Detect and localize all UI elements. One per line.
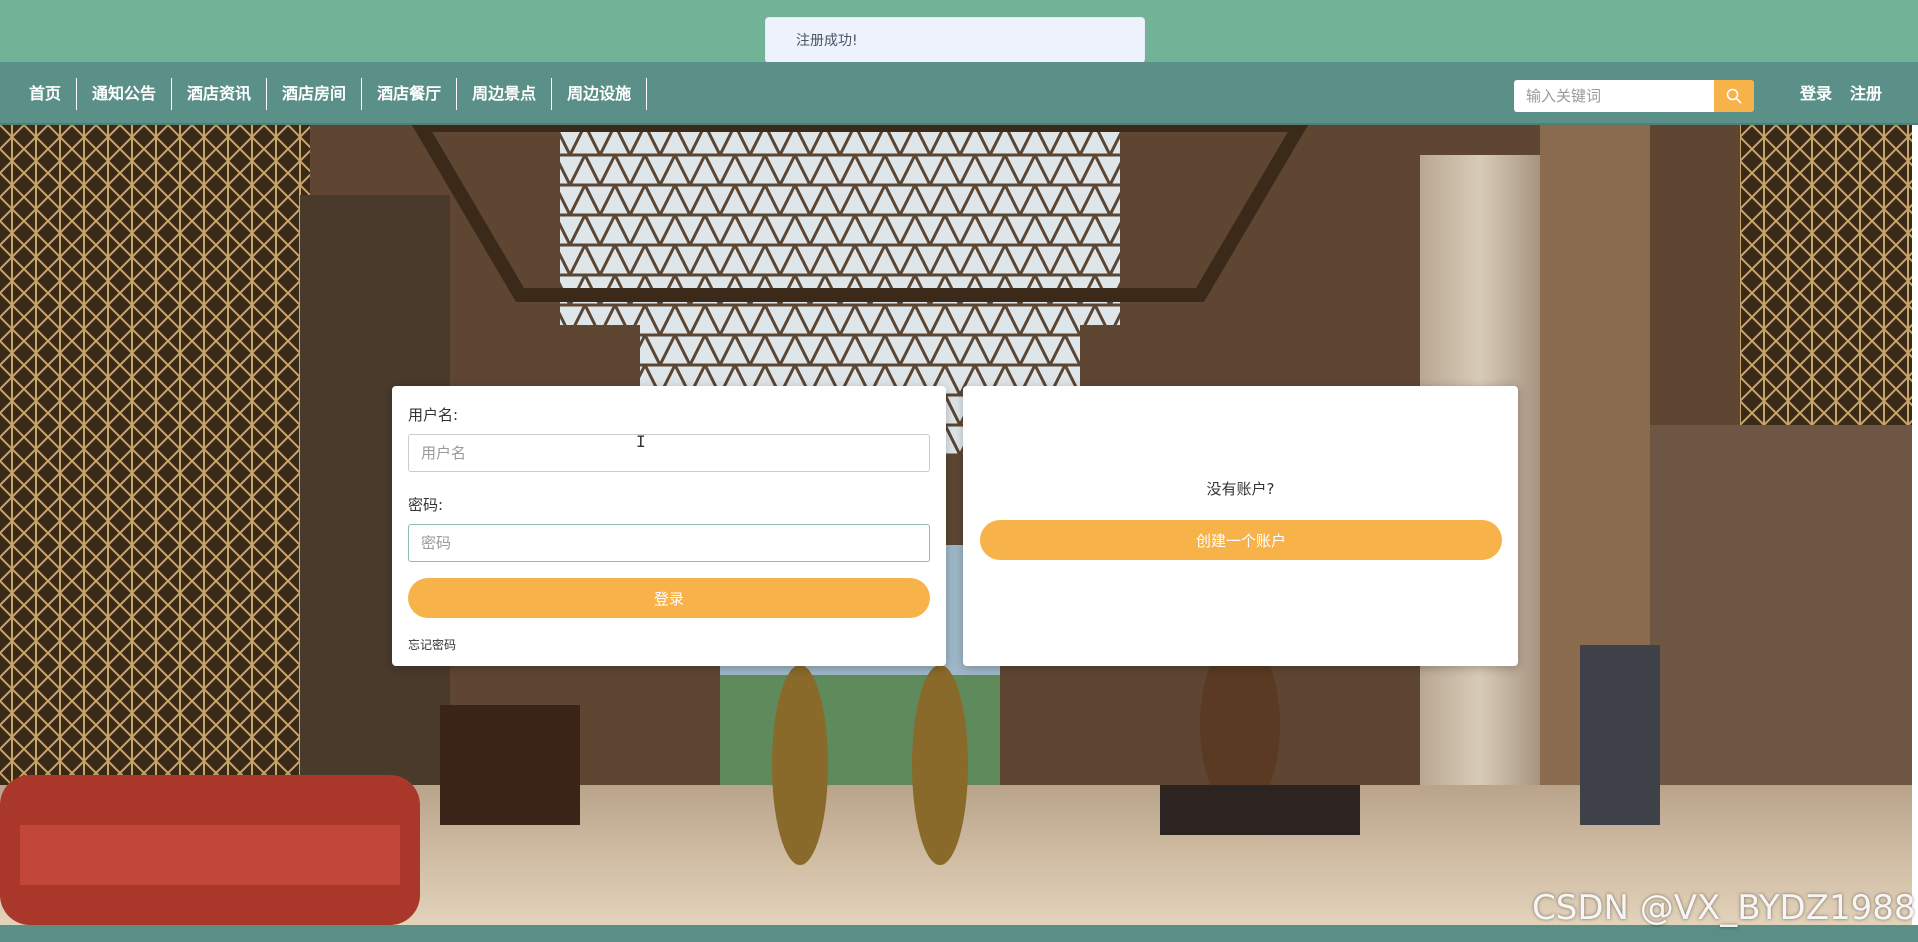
search-button[interactable]: [1714, 80, 1754, 112]
password-label: 密码:: [408, 496, 444, 514]
nav-menu: 首页 通知公告 酒店资讯 酒店房间 酒店餐厅 周边景点 周边设施: [14, 78, 648, 110]
nav-item-nearby-attractions[interactable]: 周边景点: [457, 78, 553, 110]
login-link[interactable]: 登录: [1800, 78, 1832, 110]
search-input[interactable]: [1514, 80, 1714, 112]
forgot-password-link[interactable]: 忘记密码: [408, 636, 930, 653]
no-account-prompt: 没有账户?: [1206, 480, 1275, 498]
nav-item-hotel-rooms[interactable]: 酒店房间: [267, 78, 363, 110]
nav-item-home[interactable]: 首页: [14, 78, 78, 110]
main-navbar: 首页 通知公告 酒店资讯 酒店房间 酒店餐厅 周边景点 周边设施 登录 注册: [0, 62, 1918, 125]
toast-message: 注册成功!: [796, 33, 858, 49]
nav-item-notices[interactable]: 通知公告: [77, 78, 173, 110]
create-account-button[interactable]: 创建一个账户: [980, 520, 1502, 560]
nav-item-hotel-restaurant[interactable]: 酒店餐厅: [362, 78, 458, 110]
password-input[interactable]: [408, 524, 930, 562]
login-submit-button[interactable]: 登录: [408, 578, 930, 618]
auth-links: 登录 注册: [1800, 78, 1882, 110]
nav-item-hotel-news[interactable]: 酒店资讯: [172, 78, 268, 110]
scrollbar-track[interactable]: [1912, 125, 1918, 925]
watermark: CSDN @VX_BYDZ1988: [1532, 888, 1916, 928]
username-input[interactable]: [408, 434, 930, 472]
register-link[interactable]: 注册: [1850, 78, 1882, 110]
login-card: 用户名: 密码: 登录 忘记密码: [392, 386, 946, 666]
register-card: 没有账户? 创建一个账户: [963, 386, 1518, 666]
hero-background-image: [0, 125, 1912, 925]
hotel-lobby-illustration: [0, 125, 1912, 925]
search-box: [1514, 80, 1754, 112]
success-toast: 注册成功!: [765, 17, 1145, 63]
search-icon: [1726, 88, 1742, 104]
text-cursor-icon: I: [636, 432, 646, 451]
username-label: 用户名:: [408, 406, 459, 424]
nav-item-nearby-facilities[interactable]: 周边设施: [552, 78, 648, 110]
